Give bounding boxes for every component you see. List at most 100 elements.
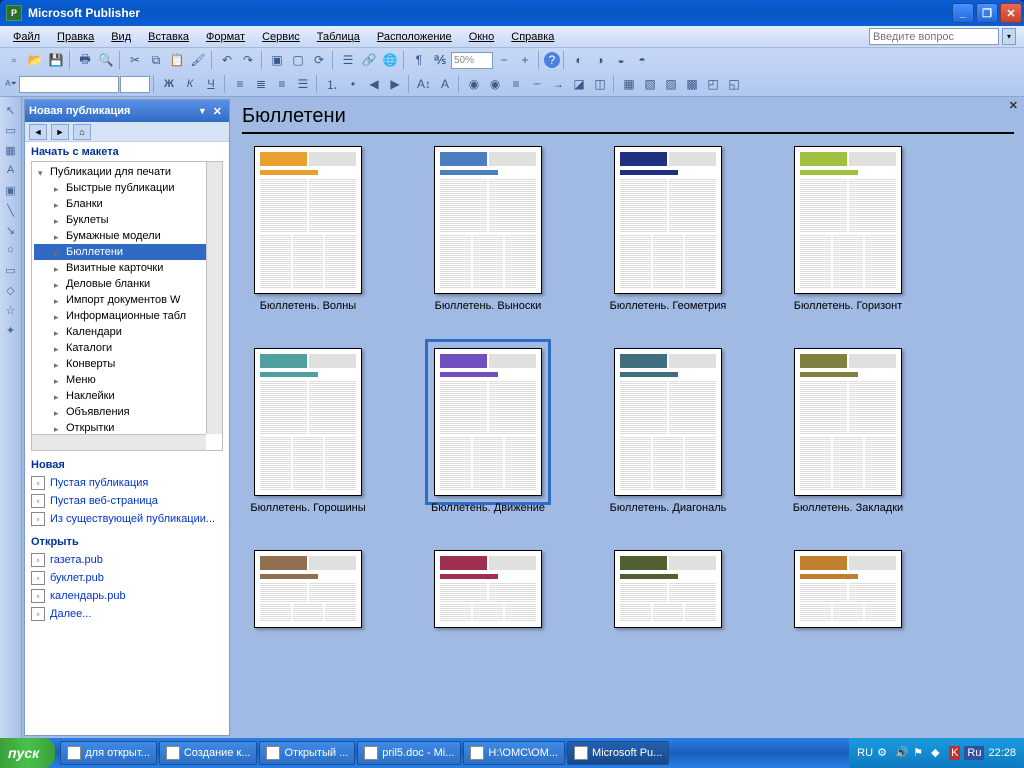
design-gallery-icon[interactable]: ✦	[2, 321, 20, 339]
taskpane-close-icon[interactable]: ✕	[210, 105, 225, 118]
taskpane-back-icon[interactable]: ◄	[29, 124, 47, 140]
bullets-icon[interactable]: •	[343, 74, 363, 94]
tree-item[interactable]: ▸Календари	[34, 324, 220, 340]
template-item[interactable]: Бюллетень. Геометрия	[602, 146, 734, 312]
lang-indicator[interactable]: RU	[857, 747, 873, 759]
3d-icon[interactable]: ◫	[590, 74, 610, 94]
tree-item[interactable]: ▸Бумажные модели	[34, 228, 220, 244]
lang-indicator-2[interactable]: Ru	[964, 746, 984, 760]
template-item[interactable]: Бюллетень. Горошины	[242, 348, 374, 514]
line-style-icon[interactable]: ≡	[506, 74, 526, 94]
align-justify-icon[interactable]: ☰	[293, 74, 313, 94]
italic-icon[interactable]: К	[180, 74, 200, 94]
tree-item[interactable]: ▸Конверты	[34, 356, 220, 372]
taskpane-home-icon[interactable]: ⌂	[73, 124, 91, 140]
pic3-icon[interactable]: ▨	[661, 74, 681, 94]
open-icon[interactable]: 📂	[25, 50, 45, 70]
minimize-button[interactable]: _	[952, 3, 974, 23]
menu-file[interactable]: Файл	[6, 29, 47, 45]
dash-style-icon[interactable]: ┄	[527, 74, 547, 94]
tray-icon-4[interactable]: ◆	[931, 746, 945, 760]
insert-table-icon[interactable]: ▦	[2, 141, 20, 159]
fill-color-icon[interactable]: ◉	[464, 74, 484, 94]
help-icon[interactable]: ?	[544, 52, 560, 68]
rectangle-tool-icon[interactable]: ▭	[2, 261, 20, 279]
gallery-close-icon[interactable]: ✕	[1009, 99, 1018, 112]
tree-item[interactable]: ▸Бланки	[34, 196, 220, 212]
taskbar-item[interactable]: для открыт...	[60, 741, 157, 765]
help-question-input[interactable]	[869, 28, 999, 45]
open-publication-link[interactable]: ▫календарь.pub	[31, 587, 223, 605]
bookmark-icon[interactable]: ☆	[2, 301, 20, 319]
menu-edit[interactable]: Правка	[50, 29, 101, 45]
new-icon[interactable]: ▫	[4, 50, 24, 70]
underline-icon[interactable]: Ч	[201, 74, 221, 94]
format-painter-icon[interactable]: 🖌	[188, 50, 208, 70]
clock[interactable]: 22:28	[988, 747, 1016, 759]
menu-arrange[interactable]: Расположение	[370, 29, 459, 45]
taskbar-item[interactable]: Создание к...	[159, 741, 258, 765]
rotate-icon[interactable]: ⟳	[309, 50, 329, 70]
save-icon[interactable]: 💾	[46, 50, 66, 70]
cut-icon[interactable]: ✂	[125, 50, 145, 70]
taskbar-item[interactable]: Microsoft Pu...	[567, 741, 669, 765]
open-publication-link[interactable]: ▫буклет.pub	[31, 569, 223, 587]
tree-root[interactable]: ▾Публикации для печати	[34, 164, 220, 180]
textfit-icon[interactable]: A↕	[414, 74, 434, 94]
template-item[interactable]	[602, 550, 734, 628]
tree-item[interactable]: ▸Деловые бланки	[34, 276, 220, 292]
tree-item[interactable]: ▸Буклеты	[34, 212, 220, 228]
webpreview-icon[interactable]: 🌐	[380, 50, 400, 70]
pic4-icon[interactable]: ▩	[682, 74, 702, 94]
help-question-box[interactable]: ▾	[869, 28, 1016, 45]
copy-icon[interactable]: ⧉	[146, 50, 166, 70]
menu-insert[interactable]: Вставка	[141, 29, 196, 45]
bring-front-icon[interactable]: ▣	[267, 50, 287, 70]
pic6-icon[interactable]: ◱	[724, 74, 744, 94]
tree-item[interactable]: ▸Информационные табл	[34, 308, 220, 324]
tree-item[interactable]: ▸Визитные карточки	[34, 260, 220, 276]
new-publication-link[interactable]: ▫Пустая публикация	[31, 474, 223, 492]
shapes-tool-icon[interactable]: ◇	[2, 281, 20, 299]
font-color-icon[interactable]: A	[435, 74, 455, 94]
tree-item[interactable]: ▸Объявления	[34, 404, 220, 420]
menu-view[interactable]: Вид	[104, 29, 138, 45]
align-left-icon[interactable]: ≡	[230, 74, 250, 94]
tree-item[interactable]: ▸Быстрые публикации	[34, 180, 220, 196]
preview-icon[interactable]: 🔍	[96, 50, 116, 70]
template-item[interactable]: Бюллетень. Горизонт	[782, 146, 914, 312]
align-right-icon[interactable]: ≡	[272, 74, 292, 94]
template-item[interactable]	[782, 550, 914, 628]
tree-hscrollbar[interactable]	[32, 434, 206, 450]
numbering-icon[interactable]: ⒈	[322, 74, 342, 94]
tray-icon-1[interactable]: ⚙	[877, 746, 891, 760]
menu-table[interactable]: Таблица	[310, 29, 367, 45]
open-publication-link[interactable]: ▫газета.pub	[31, 551, 223, 569]
tray-kaspersky-icon[interactable]: K	[949, 746, 960, 760]
menu-tools[interactable]: Сервис	[255, 29, 307, 45]
taskpane-fwd-icon[interactable]: ►	[51, 124, 69, 140]
pic1-icon[interactable]: ▦	[619, 74, 639, 94]
tree-item[interactable]: ▸Наклейки	[34, 388, 220, 404]
arrow-tool-icon[interactable]: ↘	[2, 221, 20, 239]
pic2-icon[interactable]: ▧	[640, 74, 660, 94]
wordart-icon[interactable]: A	[2, 161, 20, 179]
special-chars-icon[interactable]: ℁	[430, 50, 450, 70]
tray-icon-3[interactable]: ⚑	[913, 746, 927, 760]
zoom-input[interactable]	[451, 52, 493, 69]
align-center-icon[interactable]: ≣	[251, 74, 271, 94]
undo-icon[interactable]: ↶	[217, 50, 237, 70]
new-publication-link[interactable]: ▫Из существующей публикации...	[31, 510, 223, 528]
send-back-icon[interactable]: ▢	[288, 50, 308, 70]
line-color-icon[interactable]: ◉	[485, 74, 505, 94]
template-item[interactable]: Бюллетень. Диагональ	[602, 348, 734, 514]
template-item[interactable]: Бюллетень. Выноски	[422, 146, 554, 312]
columns-icon[interactable]: ☰	[338, 50, 358, 70]
tree-item[interactable]: ▸Меню	[34, 372, 220, 388]
hyperlink-icon[interactable]: 🔗	[359, 50, 379, 70]
pic5-icon[interactable]: ◰	[703, 74, 723, 94]
arrow-style-icon[interactable]: →	[548, 74, 568, 94]
open-publication-link[interactable]: ▫Далее...	[31, 605, 223, 623]
pointer-icon[interactable]: ↖	[2, 101, 20, 119]
extra3-icon[interactable]: ◒	[611, 50, 631, 70]
